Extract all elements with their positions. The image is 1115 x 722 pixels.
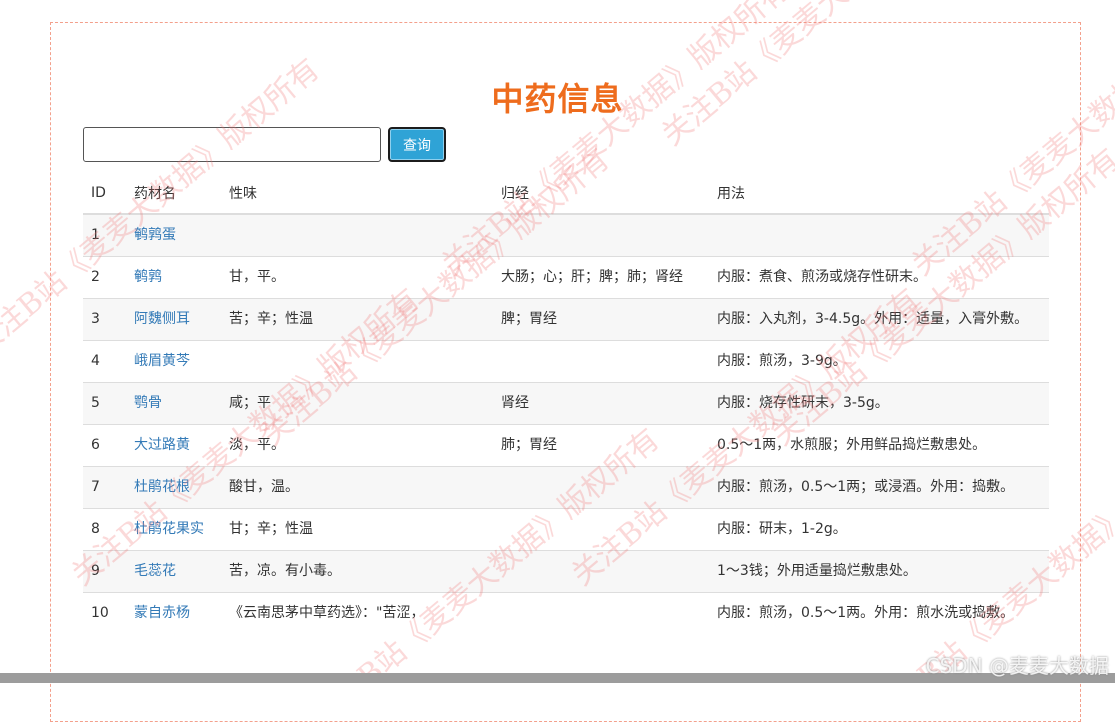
table-row: 2 鹌鹑 甘，平。 大肠；心；肝；脾；肺；肾经 内服：煮食、煎汤或烧存性研末。	[83, 256, 1049, 299]
cell-meridian: 脾；胃经	[493, 298, 709, 341]
cell-id: 10	[83, 592, 126, 634]
cell-meridian: 肾经	[493, 382, 709, 425]
cell-id: 3	[83, 298, 126, 341]
herb-name-link[interactable]: 鹌鹑蛋	[134, 227, 176, 243]
cell-usage: 0.5～1两，水煎服；外用鲜品捣烂敷患处。	[709, 424, 1049, 467]
herb-name-link[interactable]: 杜鹃花根	[134, 479, 190, 495]
table-row: 3 阿魏侧耳 苦；辛；性温 脾；胃经 内服：入丸剂，3-4.5g。外用：适量，入…	[83, 298, 1049, 341]
cell-taste	[221, 213, 493, 257]
header-name: 药材名	[126, 173, 221, 215]
table-row: 8 杜鹃花果实 甘；辛；性温 内服：研末，1-2g。	[83, 508, 1049, 551]
header-meridian: 归经	[493, 173, 709, 215]
cell-id: 9	[83, 550, 126, 593]
table-row: 9 毛蕊花 苦，凉。有小毒。 1～3钱；外用适量捣烂敷患处。	[83, 550, 1049, 593]
cell-usage: 内服：研末，1-2g。	[709, 508, 1049, 551]
cell-id: 6	[83, 424, 126, 467]
table-row: 7 杜鹃花根 酸甘，温。 内服：煎汤，0.5～1两；或浸酒。外用：捣敷。	[83, 466, 1049, 509]
cell-taste: 甘；辛；性温	[221, 508, 493, 551]
cell-taste: 酸甘，温。	[221, 466, 493, 509]
herb-name-link[interactable]: 鹌鹑	[134, 269, 162, 285]
table-row: 10 蒙自赤杨 《云南思茅中草药选》："苦涩， 内服：煎汤，0.5～1两。外用：…	[83, 592, 1049, 634]
table-header-row: ID 药材名 性味 归经 用法	[83, 173, 1049, 215]
search-input[interactable]	[83, 127, 381, 162]
header-usage: 用法	[709, 173, 1049, 215]
cell-meridian	[493, 508, 709, 551]
cell-usage: 内服：煎汤，3-9g。	[709, 340, 1049, 383]
herb-table: ID 药材名 性味 归经 用法 1 鹌鹑蛋 2 鹌鹑 甘，平。 大肠；心；肝；脾…	[83, 173, 1049, 634]
cell-taste: 淡，平。	[221, 424, 493, 467]
cell-usage: 内服：煮食、煎汤或烧存性研末。	[709, 256, 1049, 299]
herb-name-link[interactable]: 蒙自赤杨	[134, 605, 190, 621]
horizontal-scrollbar[interactable]	[0, 673, 1115, 683]
herb-name-link[interactable]: 峨眉黄芩	[134, 353, 190, 369]
cell-taste	[221, 340, 493, 383]
cell-taste: 苦，凉。有小毒。	[221, 550, 493, 593]
cell-meridian	[493, 592, 709, 634]
table-row: 4 峨眉黄芩 内服：煎汤，3-9g。	[83, 340, 1049, 383]
cell-usage: 内服：入丸剂，3-4.5g。外用：适量，入膏外敷。	[709, 298, 1049, 341]
herb-name-link[interactable]: 鹗骨	[134, 395, 162, 411]
cell-taste: 甘，平。	[221, 256, 493, 299]
page-title: 中药信息	[491, 80, 624, 118]
cell-id: 4	[83, 340, 126, 383]
cell-id: 5	[83, 382, 126, 425]
herb-name-link[interactable]: 大过路黄	[134, 437, 190, 453]
cell-taste: 咸；平	[221, 382, 493, 425]
herb-name-link[interactable]: 毛蕊花	[134, 563, 176, 579]
cell-id: 7	[83, 466, 126, 509]
search-button[interactable]: 查询	[388, 127, 446, 162]
cell-id: 8	[83, 508, 126, 551]
header-taste: 性味	[221, 173, 493, 215]
table-row: 5 鹗骨 咸；平 肾经 内服：烧存性研末，3-5g。	[83, 382, 1049, 425]
cell-meridian	[493, 466, 709, 509]
cell-usage: 1～3钱；外用适量捣烂敷患处。	[709, 550, 1049, 593]
cell-meridian	[493, 213, 709, 257]
cell-id: 2	[83, 256, 126, 299]
cell-meridian	[493, 340, 709, 383]
cell-taste: 苦；辛；性温	[221, 298, 493, 341]
cell-usage: 内服：煎汤，0.5～1两。外用：煎水洗或捣敷。	[709, 592, 1049, 634]
cell-usage: 内服：烧存性研末，3-5g。	[709, 382, 1049, 425]
table-row: 1 鹌鹑蛋	[83, 213, 1049, 257]
cell-taste: 《云南思茅中草药选》："苦涩，	[221, 592, 493, 634]
cell-meridian	[493, 550, 709, 593]
cell-usage	[709, 213, 1049, 257]
table-row: 6 大过路黄 淡，平。 肺；胃经 0.5～1两，水煎服；外用鲜品捣烂敷患处。	[83, 424, 1049, 467]
herb-name-link[interactable]: 阿魏侧耳	[134, 311, 190, 327]
cell-usage: 内服：煎汤，0.5～1两；或浸酒。外用：捣敷。	[709, 466, 1049, 509]
herb-name-link[interactable]: 杜鹃花果实	[134, 521, 204, 537]
cell-meridian: 大肠；心；肝；脾；肺；肾经	[493, 256, 709, 299]
cell-id: 1	[83, 213, 126, 257]
header-id: ID	[83, 173, 126, 215]
cell-meridian: 肺；胃经	[493, 424, 709, 467]
